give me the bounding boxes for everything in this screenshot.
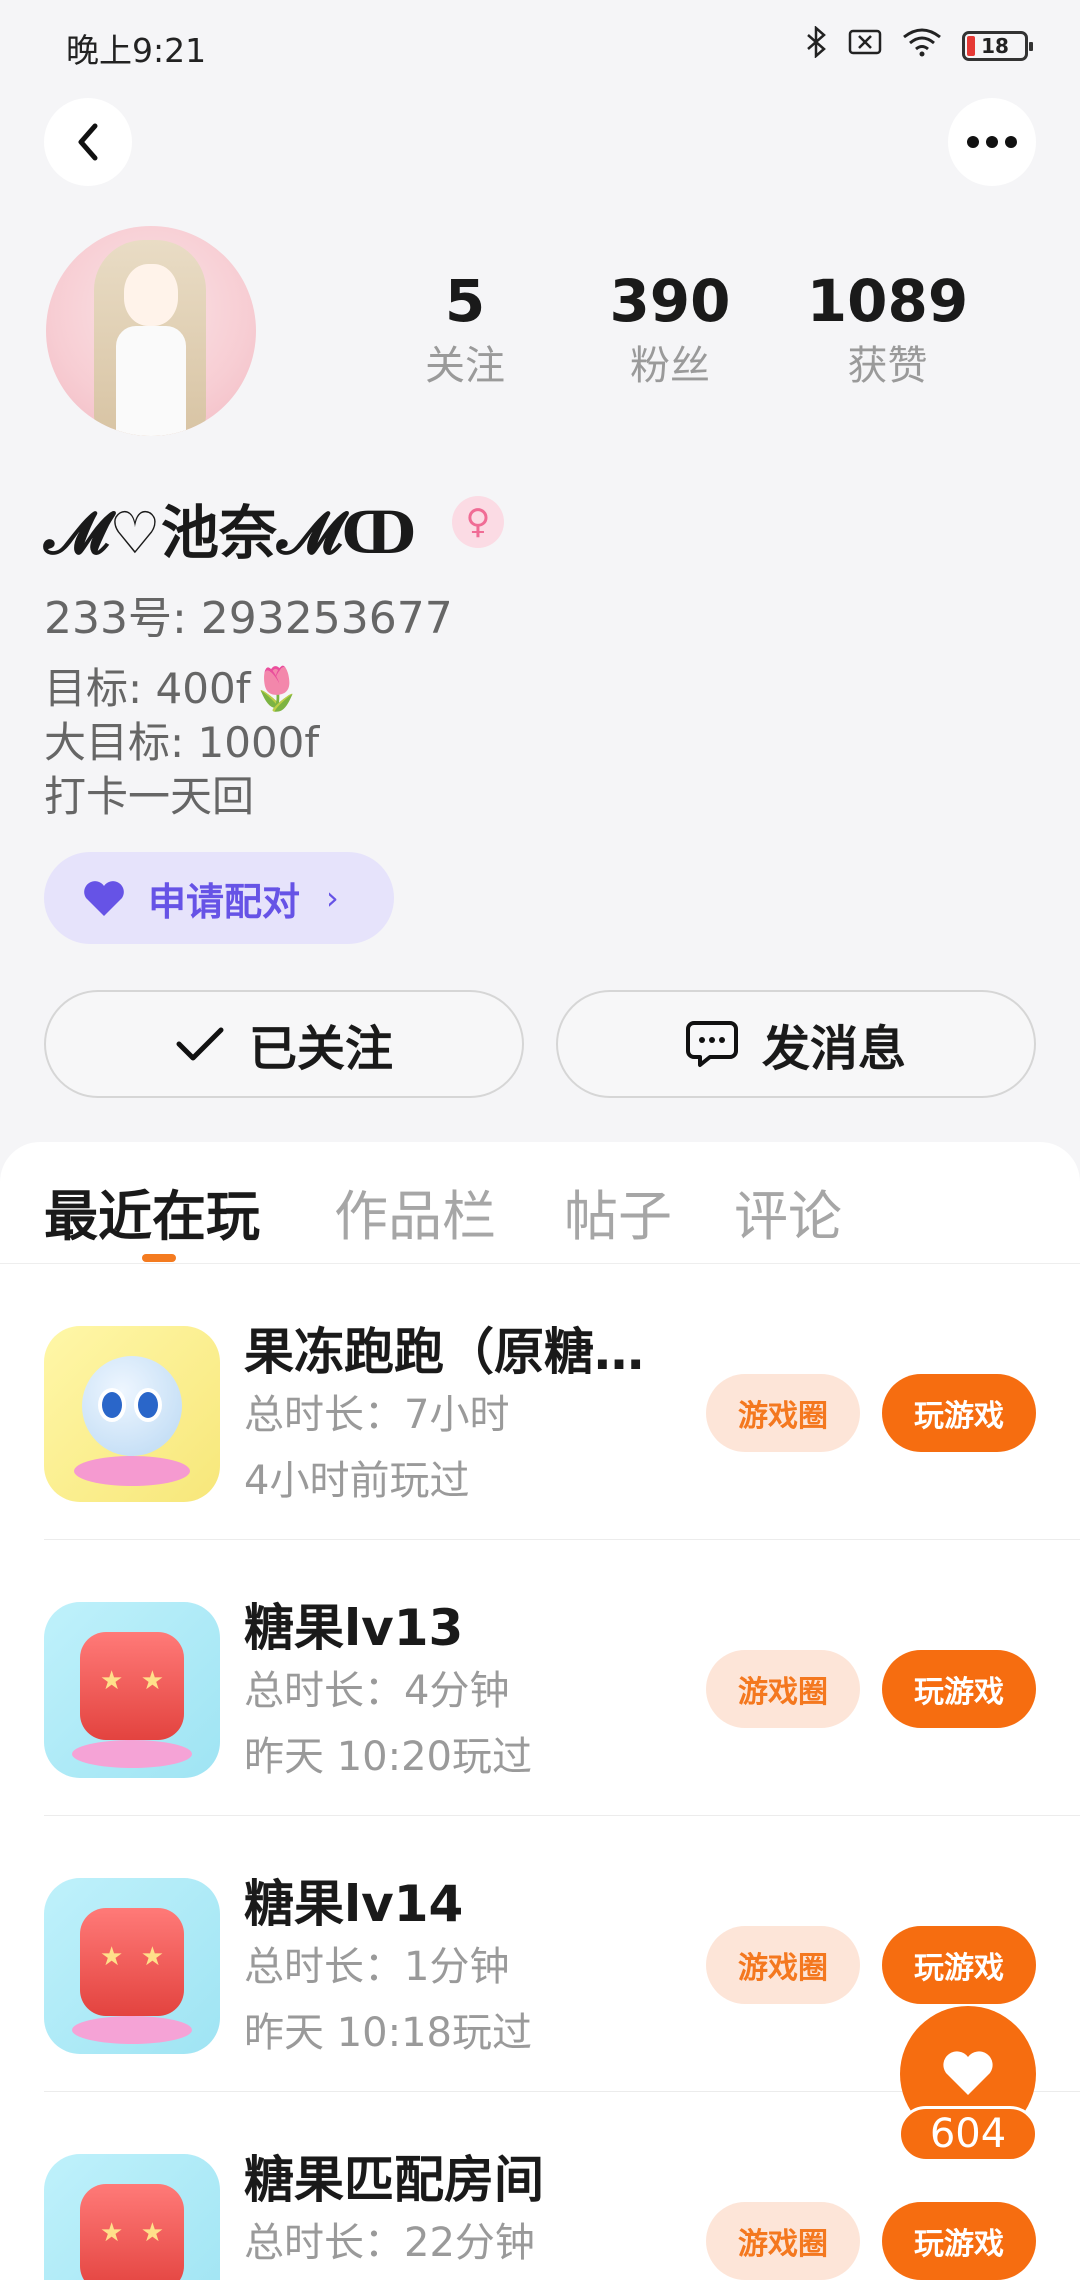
game-duration: 总时长：7小时 — [244, 1392, 510, 1438]
bio-line: 目标: 400f🌷 — [44, 664, 303, 713]
game-title: 糖果lv13 — [244, 1599, 464, 1657]
more-dots-icon — [967, 136, 1017, 148]
avatar-body — [116, 326, 186, 436]
battery-icon: 18 — [962, 31, 1033, 61]
followed-label: 已关注 — [248, 1021, 393, 1077]
candy-cube-icon — [44, 1602, 220, 1778]
back-button[interactable] — [44, 98, 132, 186]
chat-bubble-icon — [685, 1021, 738, 1067]
heart-icon — [84, 881, 124, 916]
bio-line: 打卡一天回 — [44, 772, 255, 821]
send-message-label: 发消息 — [761, 1021, 906, 1077]
stat-likes[interactable]: 1089 获赞 — [800, 266, 975, 394]
avatar-face — [124, 264, 178, 326]
play-game-button[interactable]: 玩游戏 — [882, 1374, 1036, 1452]
stat-following-count: 5 — [444, 267, 486, 335]
game-duration: 总时长：4分钟 — [244, 1668, 510, 1714]
username: 𝓜♡池奈𝓜ↀ — [44, 499, 415, 567]
stat-likes-label: 获赞 — [847, 343, 928, 389]
game-duration: 总时长：1分钟 — [244, 1944, 510, 1990]
followed-button[interactable]: 已关注 — [44, 990, 524, 1098]
status-bar: 晚上9:21 18 — [0, 0, 1080, 90]
game-last-played: 昨天 10:18玩过 — [244, 2010, 532, 2056]
stat-fans-count: 390 — [609, 267, 731, 335]
status-time: 晚上9:21 — [66, 31, 207, 70]
stat-following[interactable]: 5 关注 — [400, 266, 530, 394]
more-button[interactable] — [948, 98, 1036, 186]
bio: 目标: 400f🌷 大目标: 1000f 打卡一天回 — [44, 662, 319, 824]
stat-likes-count: 1089 — [806, 267, 969, 335]
stat-fans-label: 粉丝 — [630, 343, 710, 389]
no-sim-icon — [848, 28, 882, 64]
status-icons: 18 — [806, 25, 1033, 66]
game-row[interactable]: 果冻跑跑（原糖… 总时长：7小时 4小时前玩过 游戏圈 玩游戏 — [44, 1264, 1080, 1540]
tab-bar: 最近在玩 作品栏 帖子 评论 — [0, 1142, 1080, 1264]
game-circle-button[interactable]: 游戏圈 — [706, 1374, 860, 1452]
bluetooth-icon — [806, 25, 828, 66]
game-title: 糖果lv14 — [244, 1875, 464, 1933]
chevron-left-icon — [78, 123, 98, 161]
game-title: 糖果匹配房间 — [244, 2151, 544, 2209]
game-circle-button[interactable]: 游戏圈 — [706, 1926, 860, 2004]
pair-request-label: 申请配对 — [148, 879, 301, 924]
chevron-right-icon: › — [326, 879, 339, 917]
pair-request-button[interactable]: 申请配对 › — [44, 852, 394, 944]
game-last-played: 昨天 10:20玩过 — [244, 1734, 532, 1780]
candy-cube-icon — [44, 1878, 220, 2054]
game-circle-button[interactable]: 游戏圈 — [706, 2202, 860, 2280]
candy-cube-icon — [44, 2154, 220, 2280]
game-last-played: 4小时前玩过 — [244, 1458, 470, 1504]
tab-posts[interactable]: 帖子 — [564, 1172, 672, 1251]
send-message-button[interactable]: 发消息 — [556, 990, 1036, 1098]
tab-recent[interactable]: 最近在玩 — [44, 1172, 260, 1251]
heart-icon — [943, 2051, 993, 2095]
game-duration: 总时长：22分钟 — [244, 2220, 535, 2266]
game-circle-button[interactable]: 游戏圈 — [706, 1650, 860, 1728]
like-count: 604 — [898, 2106, 1038, 2162]
bio-line: 大目标: 1000f — [44, 718, 320, 767]
jelly-character-icon — [44, 1326, 220, 1502]
battery-level: 18 — [981, 34, 1009, 58]
play-game-button[interactable]: 玩游戏 — [882, 1650, 1036, 1728]
check-icon — [176, 1027, 224, 1061]
tab-comments[interactable]: 评论 — [734, 1172, 842, 1251]
avatar[interactable] — [46, 226, 256, 436]
wifi-icon — [902, 27, 942, 65]
stat-fans[interactable]: 390 粉丝 — [600, 266, 740, 394]
user-id: 233号: 293253677 — [44, 593, 453, 644]
game-title: 果冻跑跑（原糖… — [244, 1323, 644, 1381]
tab-works[interactable]: 作品栏 — [334, 1172, 496, 1251]
play-game-button[interactable]: 玩游戏 — [882, 1926, 1036, 2004]
stat-following-label: 关注 — [425, 343, 505, 389]
female-icon: ♀ — [452, 496, 504, 548]
tab-underline — [142, 1254, 176, 1262]
play-game-button[interactable]: 玩游戏 — [882, 2202, 1036, 2280]
game-row[interactable]: 糖果lv13 总时长：4分钟 昨天 10:20玩过 游戏圈 玩游戏 — [44, 1540, 1080, 1816]
